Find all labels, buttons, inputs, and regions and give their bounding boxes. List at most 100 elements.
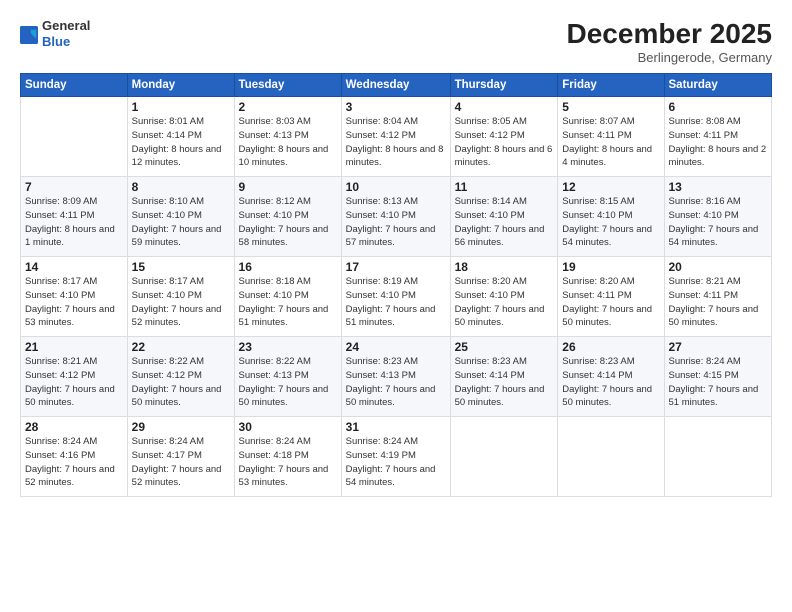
sunset-text: Sunset: 4:11 PM	[669, 130, 739, 141]
table-row: 3 Sunrise: 8:04 AM Sunset: 4:12 PM Dayli…	[341, 97, 450, 177]
day-number: 31	[346, 420, 446, 434]
day-info: Sunrise: 8:23 AM Sunset: 4:14 PM Dayligh…	[562, 355, 659, 410]
day-number: 13	[669, 180, 768, 194]
day-info: Sunrise: 8:24 AM Sunset: 4:18 PM Dayligh…	[239, 435, 337, 490]
table-row: 12 Sunrise: 8:15 AM Sunset: 4:10 PM Dayl…	[558, 177, 664, 257]
sunrise-text: Sunrise: 8:22 AM	[132, 356, 204, 367]
sunrise-text: Sunrise: 8:14 AM	[455, 196, 527, 207]
day-info: Sunrise: 8:04 AM Sunset: 4:12 PM Dayligh…	[346, 115, 446, 170]
day-info: Sunrise: 8:05 AM Sunset: 4:12 PM Dayligh…	[455, 115, 554, 170]
sunrise-text: Sunrise: 8:13 AM	[346, 196, 418, 207]
sunrise-text: Sunrise: 8:23 AM	[455, 356, 527, 367]
month-title: December 2025	[567, 18, 772, 50]
day-info: Sunrise: 8:15 AM Sunset: 4:10 PM Dayligh…	[562, 195, 659, 250]
sunset-text: Sunset: 4:11 PM	[562, 130, 632, 141]
table-row: 5 Sunrise: 8:07 AM Sunset: 4:11 PM Dayli…	[558, 97, 664, 177]
logo-blue-text: Blue	[42, 34, 90, 50]
day-info: Sunrise: 8:22 AM Sunset: 4:13 PM Dayligh…	[239, 355, 337, 410]
calendar-week-row: 7 Sunrise: 8:09 AM Sunset: 4:11 PM Dayli…	[21, 177, 772, 257]
day-number: 11	[455, 180, 554, 194]
sunset-text: Sunset: 4:14 PM	[562, 370, 632, 381]
sunset-text: Sunset: 4:14 PM	[132, 130, 202, 141]
sunset-text: Sunset: 4:19 PM	[346, 450, 416, 461]
table-row: 29 Sunrise: 8:24 AM Sunset: 4:17 PM Dayl…	[127, 417, 234, 497]
calendar-week-row: 21 Sunrise: 8:21 AM Sunset: 4:12 PM Dayl…	[21, 337, 772, 417]
daylight-text: Daylight: 7 hours and 58 minutes.	[239, 224, 329, 249]
sunrise-text: Sunrise: 8:20 AM	[562, 276, 634, 287]
day-info: Sunrise: 8:01 AM Sunset: 4:14 PM Dayligh…	[132, 115, 230, 170]
location: Berlingerode, Germany	[567, 50, 772, 65]
logo-general-text: General	[42, 18, 90, 34]
sunset-text: Sunset: 4:10 PM	[562, 210, 632, 221]
sunrise-text: Sunrise: 8:05 AM	[455, 116, 527, 127]
day-number: 22	[132, 340, 230, 354]
day-number: 20	[669, 260, 768, 274]
day-number: 17	[346, 260, 446, 274]
table-row: 24 Sunrise: 8:23 AM Sunset: 4:13 PM Dayl…	[341, 337, 450, 417]
header: General Blue December 2025 Berlingerode,…	[20, 18, 772, 65]
logo-icon	[20, 26, 38, 44]
sunset-text: Sunset: 4:12 PM	[25, 370, 95, 381]
daylight-text: Daylight: 7 hours and 50 minutes.	[25, 384, 115, 409]
table-row: 23 Sunrise: 8:22 AM Sunset: 4:13 PM Dayl…	[234, 337, 341, 417]
sunrise-text: Sunrise: 8:03 AM	[239, 116, 311, 127]
sunrise-text: Sunrise: 8:16 AM	[669, 196, 741, 207]
table-row: 17 Sunrise: 8:19 AM Sunset: 4:10 PM Dayl…	[341, 257, 450, 337]
daylight-text: Daylight: 7 hours and 54 minutes.	[669, 224, 759, 249]
day-info: Sunrise: 8:09 AM Sunset: 4:11 PM Dayligh…	[25, 195, 123, 250]
day-number: 23	[239, 340, 337, 354]
table-row: 26 Sunrise: 8:23 AM Sunset: 4:14 PM Dayl…	[558, 337, 664, 417]
day-number: 15	[132, 260, 230, 274]
col-friday: Friday	[558, 74, 664, 97]
sunrise-text: Sunrise: 8:23 AM	[346, 356, 418, 367]
calendar-header-row: Sunday Monday Tuesday Wednesday Thursday…	[21, 74, 772, 97]
sunset-text: Sunset: 4:10 PM	[25, 290, 95, 301]
daylight-text: Daylight: 7 hours and 50 minutes.	[455, 304, 545, 329]
table-row: 1 Sunrise: 8:01 AM Sunset: 4:14 PM Dayli…	[127, 97, 234, 177]
table-row: 9 Sunrise: 8:12 AM Sunset: 4:10 PM Dayli…	[234, 177, 341, 257]
sunset-text: Sunset: 4:10 PM	[455, 210, 525, 221]
day-info: Sunrise: 8:20 AM Sunset: 4:10 PM Dayligh…	[455, 275, 554, 330]
daylight-text: Daylight: 7 hours and 50 minutes.	[132, 384, 222, 409]
sunset-text: Sunset: 4:10 PM	[239, 290, 309, 301]
logo: General Blue	[20, 18, 90, 49]
table-row	[558, 417, 664, 497]
daylight-text: Daylight: 7 hours and 50 minutes.	[239, 384, 329, 409]
page: General Blue December 2025 Berlingerode,…	[0, 0, 792, 612]
sunrise-text: Sunrise: 8:12 AM	[239, 196, 311, 207]
sunrise-text: Sunrise: 8:04 AM	[346, 116, 418, 127]
table-row	[450, 417, 558, 497]
day-number: 19	[562, 260, 659, 274]
daylight-text: Daylight: 7 hours and 50 minutes.	[346, 384, 436, 409]
sunset-text: Sunset: 4:13 PM	[239, 130, 309, 141]
table-row: 19 Sunrise: 8:20 AM Sunset: 4:11 PM Dayl…	[558, 257, 664, 337]
daylight-text: Daylight: 7 hours and 50 minutes.	[562, 384, 652, 409]
table-row: 28 Sunrise: 8:24 AM Sunset: 4:16 PM Dayl…	[21, 417, 128, 497]
day-info: Sunrise: 8:07 AM Sunset: 4:11 PM Dayligh…	[562, 115, 659, 170]
sunset-text: Sunset: 4:10 PM	[455, 290, 525, 301]
calendar-table: Sunday Monday Tuesday Wednesday Thursday…	[20, 73, 772, 497]
table-row: 18 Sunrise: 8:20 AM Sunset: 4:10 PM Dayl…	[450, 257, 558, 337]
daylight-text: Daylight: 8 hours and 12 minutes.	[132, 144, 222, 169]
daylight-text: Daylight: 7 hours and 51 minutes.	[669, 384, 759, 409]
day-number: 28	[25, 420, 123, 434]
sunset-text: Sunset: 4:12 PM	[132, 370, 202, 381]
day-info: Sunrise: 8:24 AM Sunset: 4:15 PM Dayligh…	[669, 355, 768, 410]
day-info: Sunrise: 8:08 AM Sunset: 4:11 PM Dayligh…	[669, 115, 768, 170]
sunrise-text: Sunrise: 8:10 AM	[132, 196, 204, 207]
calendar-week-row: 1 Sunrise: 8:01 AM Sunset: 4:14 PM Dayli…	[21, 97, 772, 177]
sunset-text: Sunset: 4:17 PM	[132, 450, 202, 461]
day-info: Sunrise: 8:16 AM Sunset: 4:10 PM Dayligh…	[669, 195, 768, 250]
sunset-text: Sunset: 4:10 PM	[669, 210, 739, 221]
daylight-text: Daylight: 7 hours and 52 minutes.	[132, 304, 222, 329]
table-row: 25 Sunrise: 8:23 AM Sunset: 4:14 PM Dayl…	[450, 337, 558, 417]
logo-text: General Blue	[42, 18, 90, 49]
day-number: 25	[455, 340, 554, 354]
sunset-text: Sunset: 4:13 PM	[346, 370, 416, 381]
day-number: 24	[346, 340, 446, 354]
day-info: Sunrise: 8:19 AM Sunset: 4:10 PM Dayligh…	[346, 275, 446, 330]
table-row: 16 Sunrise: 8:18 AM Sunset: 4:10 PM Dayl…	[234, 257, 341, 337]
sunrise-text: Sunrise: 8:22 AM	[239, 356, 311, 367]
day-info: Sunrise: 8:20 AM Sunset: 4:11 PM Dayligh…	[562, 275, 659, 330]
table-row: 15 Sunrise: 8:17 AM Sunset: 4:10 PM Dayl…	[127, 257, 234, 337]
